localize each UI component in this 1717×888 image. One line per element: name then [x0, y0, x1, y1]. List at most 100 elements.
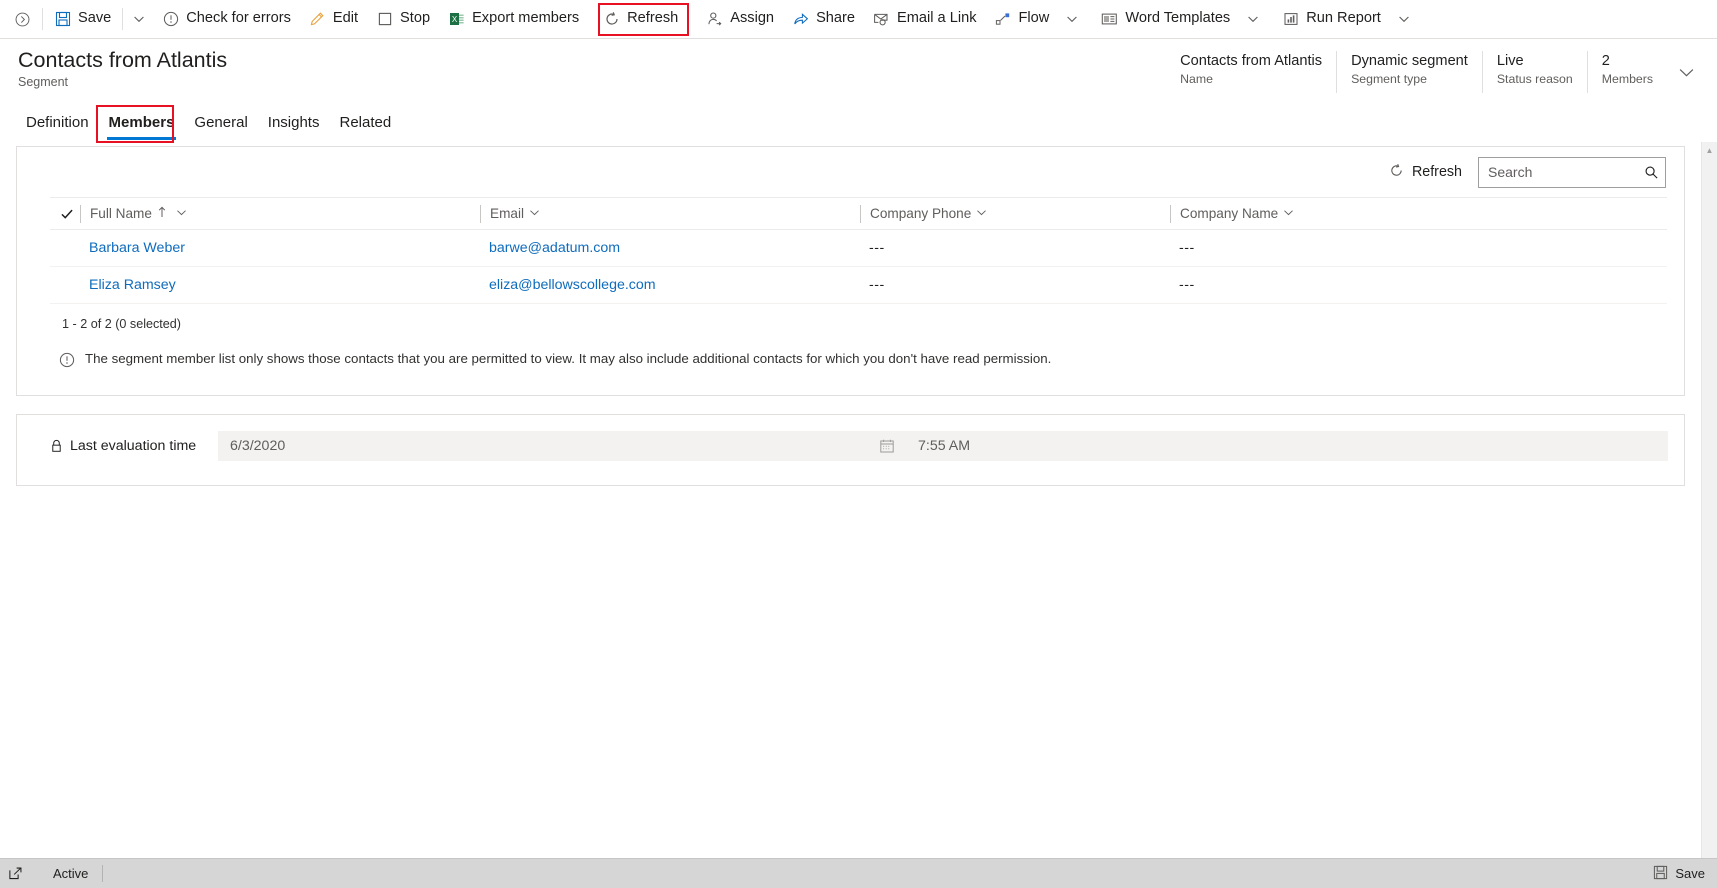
record-header: Contacts from Atlantis Segment Contacts …	[0, 39, 1717, 100]
scroll-up-arrow-icon[interactable]: ▲	[1706, 142, 1714, 159]
popout-icon[interactable]	[8, 866, 23, 881]
header-field-status-reason-value: Live	[1496, 53, 1524, 69]
last-evaluation-date-value: 6/3/2020	[230, 438, 286, 454]
column-chevron-down-icon[interactable]	[976, 206, 987, 221]
edit-button[interactable]: Edit	[300, 0, 367, 38]
column-header-email[interactable]: Email	[480, 197, 860, 230]
share-label: Share	[816, 10, 856, 27]
cell-email[interactable]: barwe@adatum.com	[480, 229, 860, 267]
edit-label: Edit	[332, 10, 359, 27]
run-report-chevron-down-icon[interactable]	[1390, 0, 1418, 38]
header-field-name-label: Name	[1180, 72, 1213, 86]
magnifier-icon[interactable]	[1644, 165, 1659, 180]
cell-full-name[interactable]: Barbara Weber	[80, 229, 480, 267]
tab-definition[interactable]: Definition	[16, 113, 99, 141]
flow-icon	[995, 11, 1012, 28]
last-evaluation-date-field[interactable]: 6/3/2020	[218, 431, 868, 461]
chevron-down-icon[interactable]	[1667, 51, 1705, 93]
run-report-icon	[1282, 11, 1299, 28]
search-input[interactable]: Search	[1478, 156, 1666, 188]
email-a-link-button[interactable]: Email a Link	[864, 0, 986, 38]
save-chevron-down-icon[interactable]	[125, 0, 153, 38]
command-bar-divider-2	[122, 8, 124, 30]
refresh-label: Refresh	[627, 10, 679, 27]
column-header-full-name[interactable]: Full Name	[80, 197, 480, 230]
pencil-icon	[309, 11, 326, 28]
tab-related[interactable]: Related	[329, 113, 401, 141]
tab-general[interactable]: General	[184, 113, 257, 141]
save-button-label: Save	[78, 10, 112, 27]
page-subtitle: Segment	[18, 75, 69, 89]
table-row[interactable]: Eliza Ramsey eliza@bellowscollege.com --…	[50, 266, 1667, 304]
error-circle-icon	[162, 11, 179, 28]
column-chevron-down-icon[interactable]	[1283, 206, 1294, 221]
stop-label: Stop	[400, 10, 431, 27]
column-header-company-name[interactable]: Company Name	[1170, 197, 1667, 230]
row-select-cell[interactable]	[50, 266, 80, 304]
excel-icon: X	[448, 11, 465, 28]
grid-refresh-label: Refresh	[1411, 164, 1462, 180]
header-field-status-reason-label: Status reason	[1496, 72, 1573, 86]
page-title-block: Contacts from Atlantis Segment	[0, 47, 227, 91]
table-row[interactable]: Barbara Weber barwe@adatum.com --- ---	[50, 229, 1667, 267]
svg-text:X: X	[451, 15, 457, 24]
last-evaluation-time-field[interactable]: 7:55 AM	[906, 431, 1668, 461]
status-text: Active	[53, 865, 104, 882]
column-chevron-down-icon[interactable]	[176, 206, 187, 221]
tab-strip: Definition Members General Insights Rela…	[0, 100, 1717, 143]
word-templates-chevron-down-icon[interactable]	[1239, 0, 1267, 38]
refresh-icon	[1389, 163, 1404, 182]
cell-full-name[interactable]: Eliza Ramsey	[80, 266, 480, 304]
stop-button[interactable]: Stop	[367, 0, 439, 38]
vertical-scrollbar[interactable]: ▲	[1701, 142, 1717, 858]
grid-refresh-button[interactable]: Refresh	[1381, 158, 1470, 187]
contact-link[interactable]: Barbara Weber	[89, 240, 185, 256]
assign-button[interactable]: Assign	[697, 0, 783, 38]
last-evaluation-panel: Last evaluation time 6/3/2020 7:55 AM	[16, 414, 1685, 486]
calendar-icon[interactable]	[868, 431, 906, 461]
save-button[interactable]: Save	[45, 0, 120, 38]
cell-company-phone: ---	[860, 229, 1170, 267]
flow-chevron-down-icon[interactable]	[1058, 0, 1086, 38]
share-button[interactable]: Share	[783, 0, 864, 38]
tab-members[interactable]: Members	[99, 113, 185, 141]
select-all-column[interactable]	[50, 197, 80, 230]
email-link[interactable]: eliza@bellowscollege.com	[489, 277, 656, 293]
command-bar: Save Check for errors Edit Stop X Export…	[0, 0, 1717, 39]
run-report-label: Run Report	[1306, 10, 1381, 27]
last-evaluation-row: Last evaluation time 6/3/2020 7:55 AM	[33, 431, 1668, 461]
header-field-name: Contacts from Atlantis Name	[1166, 51, 1336, 93]
row-select-cell[interactable]	[50, 229, 80, 267]
header-field-members-label: Members	[1601, 72, 1653, 86]
word-templates-button[interactable]: Word Templates	[1092, 0, 1239, 38]
header-field-name-value: Contacts from Atlantis	[1180, 53, 1323, 69]
export-members-button[interactable]: X Export members	[439, 0, 588, 38]
check-for-errors-button[interactable]: Check for errors	[153, 0, 300, 38]
status-bar: Active Save	[0, 858, 1717, 888]
tab-insights[interactable]: Insights	[258, 113, 330, 141]
header-field-segment-type-label: Segment type	[1351, 72, 1427, 86]
cell-company-name: ---	[1170, 266, 1667, 304]
column-chevron-down-icon[interactable]	[529, 206, 540, 221]
last-evaluation-time-value: 7:55 AM	[918, 438, 971, 454]
column-header-full-name-label: Full Name	[90, 206, 152, 221]
share-icon	[792, 11, 809, 28]
save-icon	[1653, 865, 1668, 883]
column-header-company-phone[interactable]: Company Phone	[860, 197, 1170, 230]
email-a-link-label: Email a Link	[897, 10, 977, 27]
lock-icon	[50, 439, 63, 453]
checkmark-icon[interactable]	[50, 205, 80, 223]
header-field-segment-type: Dynamic segment Segment type	[1336, 51, 1482, 93]
run-report-button[interactable]: Run Report	[1273, 0, 1390, 38]
expand-right-icon[interactable]	[4, 0, 40, 38]
page-title: Contacts from Atlantis	[18, 48, 228, 72]
header-field-status-reason: Live Status reason	[1481, 51, 1587, 93]
flow-button[interactable]: Flow	[986, 0, 1059, 38]
cell-email[interactable]: eliza@bellowscollege.com	[480, 266, 860, 304]
search-placeholder: Search	[1488, 164, 1533, 180]
footer-save-button[interactable]: Save	[1653, 865, 1705, 883]
refresh-button[interactable]: Refresh	[594, 0, 687, 38]
header-field-members-value: 2	[1601, 53, 1610, 69]
contact-link[interactable]: Eliza Ramsey	[89, 277, 176, 293]
email-link[interactable]: barwe@adatum.com	[489, 240, 620, 256]
